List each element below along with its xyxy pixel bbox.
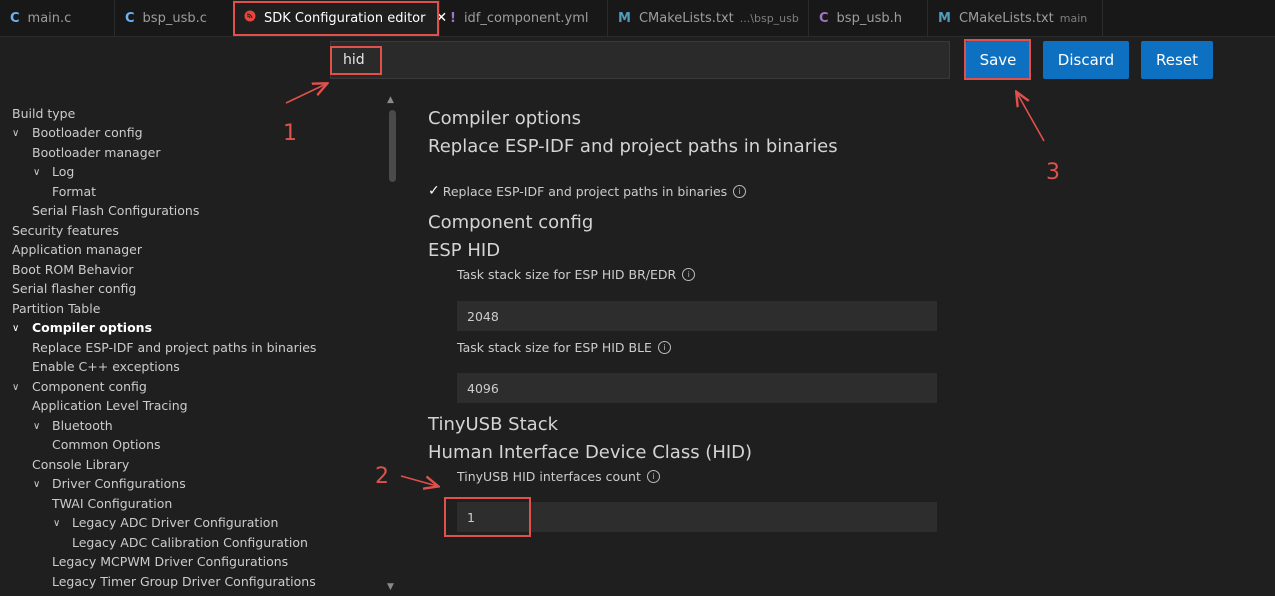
reset-button[interactable]: Reset [1141,41,1213,79]
field-label: Task stack size for ESP HID BR/EDR [457,267,677,282]
annotation-arrow-2 [400,475,437,486]
info-icon[interactable]: i [646,470,660,483]
tab-label: main.c [27,10,72,26]
annotation-box-save [964,39,1031,80]
hid-count-label: TinyUSB HID interfaces count i [457,469,660,484]
tree-item-compiler-options[interactable]: Compiler options [32,318,152,337]
tree-item-enable-cpp-exceptions[interactable]: Enable C++ exceptions [32,357,180,376]
cmake-file-icon: M [618,10,631,26]
tree-item-boot-rom-behavior[interactable]: Boot ROM Behavior [12,260,134,279]
info-icon[interactable]: i [733,184,747,198]
annotation-box-search [330,46,382,75]
tab-label: bsp_usb.h [836,10,902,26]
ble-stack-size-input[interactable] [457,373,937,403]
chevron-down-icon[interactable]: ∨ [33,421,40,432]
info-icon[interactable]: i [657,341,671,354]
info-icon[interactable]: i [682,268,696,281]
section-heading-compiler-options: Compiler options [428,108,582,129]
c-file-icon: C [125,10,135,26]
section-heading-component-config: Component config [428,212,594,233]
tab-label: idf_component.yml [463,10,589,26]
chevron-down-icon[interactable]: ∨ [12,128,19,139]
tree-item-build-type[interactable]: Build type [12,104,75,123]
chevron-down-icon[interactable]: ∨ [12,323,19,334]
tab-label: CMakeLists.txt [638,10,734,26]
c-file-icon: C [10,10,20,26]
annotation-number-2: 2 [375,464,389,489]
chevron-down-icon[interactable]: ∨ [33,479,40,490]
tree-item-driver-configurations[interactable]: Driver Configurations [52,474,186,493]
scroll-up-arrow-icon[interactable]: ▲ [387,95,394,105]
search-input[interactable] [330,41,950,79]
tab-bsp-usb-c[interactable]: C bsp_usb.c [115,0,234,36]
checkbox-checked-icon[interactable]: ✓ [428,183,440,199]
yaml-file-icon: ! [450,10,456,26]
chevron-down-icon[interactable]: ∨ [33,167,40,178]
section-heading-tinyusb-stack: TinyUSB Stack [428,414,559,435]
tree-item-replace-paths[interactable]: Replace ESP-IDF and project paths in bin… [32,338,316,357]
field-label: TinyUSB HID interfaces count [457,469,641,484]
chevron-down-icon[interactable]: ∨ [53,518,60,529]
cmake-file-icon: M [938,10,951,26]
tree-item-component-config[interactable]: Component config [32,377,147,396]
ble-stack-size-label: Task stack size for ESP HID BLE i [457,340,671,355]
annotation-arrow-3 [1017,93,1045,142]
discard-button[interactable]: Discard [1043,41,1129,79]
annotation-arrow-1 [285,84,326,104]
tree-item-twai-configuration[interactable]: TWAI Configuration [52,494,172,513]
tree-item-serial-flasher-config[interactable]: Serial flasher config [12,279,136,298]
tab-cmakelists-main[interactable]: M CMakeLists.txt main [928,0,1103,36]
annotation-box-hid-count [444,497,531,537]
tab-label: bsp_usb.c [142,10,207,26]
tree-item-legacy-mcpwm-driver[interactable]: Legacy MCPWM Driver Configurations [52,552,288,571]
tree-item-legacy-adc-driver[interactable]: Legacy ADC Driver Configuration [72,513,278,532]
tab-idf-component-yml[interactable]: ! idf_component.yml [440,0,608,36]
scroll-down-arrow-icon[interactable]: ▼ [387,582,394,592]
tab-path-hint: ...\bsp_usb [739,11,799,25]
tree-item-application-manager[interactable]: Application manager [12,240,142,259]
tree-item-legacy-adc-calibration[interactable]: Legacy ADC Calibration Configuration [72,533,308,552]
sidebar-scrollbar-thumb[interactable] [389,110,396,182]
bredr-stack-size-input[interactable] [457,301,937,331]
field-label: Task stack size for ESP HID BLE [457,340,652,355]
tree-item-serial-flash-configurations[interactable]: Serial Flash Configurations [32,201,199,220]
tab-label: CMakeLists.txt [958,10,1054,26]
section-heading-hid-class: Human Interface Device Class (HID) [428,442,753,463]
section-heading-esp-hid: ESP HID [428,240,501,261]
tree-item-format[interactable]: Format [52,182,96,201]
tree-item-bluetooth[interactable]: Bluetooth [52,416,113,435]
tree-item-partition-table[interactable]: Partition Table [12,299,100,318]
bredr-stack-size-label: Task stack size for ESP HID BR/EDR i [457,267,696,282]
tree-item-application-level-tracing[interactable]: Application Level Tracing [32,396,188,415]
tab-main-c[interactable]: C main.c [0,0,115,36]
tab-bsp-usb-h[interactable]: C bsp_usb.h [809,0,928,36]
tree-item-console-library[interactable]: Console Library [32,455,129,474]
tree-item-bootloader-config[interactable]: Bootloader config [32,123,143,142]
tree-item-legacy-timer-group-driver[interactable]: Legacy Timer Group Driver Configurations [52,572,316,591]
tree-item-common-options[interactable]: Common Options [52,435,161,454]
annotation-box-sdk-tab [233,1,439,36]
tree-item-security-features[interactable]: Security features [12,221,119,240]
replace-paths-checkbox-row[interactable]: ✓ Replace ESP-IDF and project paths in b… [428,183,747,199]
editor-tab-bar: C main.c C bsp_usb.c SDK Configuration e… [0,0,1275,37]
annotation-number-1: 1 [283,121,297,146]
annotation-number-3: 3 [1046,160,1060,185]
checkbox-label: Replace ESP-IDF and project paths in bin… [442,183,728,199]
tree-item-log[interactable]: Log [52,162,74,181]
tab-path-hint: main [1059,11,1088,25]
section-heading-replace-paths: Replace ESP-IDF and project paths in bin… [428,136,838,157]
c-header-file-icon: C [819,10,829,26]
tab-cmakelists-bsp-usb[interactable]: M CMakeLists.txt ...\bsp_usb [608,0,809,36]
chevron-down-icon[interactable]: ∨ [12,382,19,393]
tree-item-bootloader-manager[interactable]: Bootloader manager [32,143,160,162]
